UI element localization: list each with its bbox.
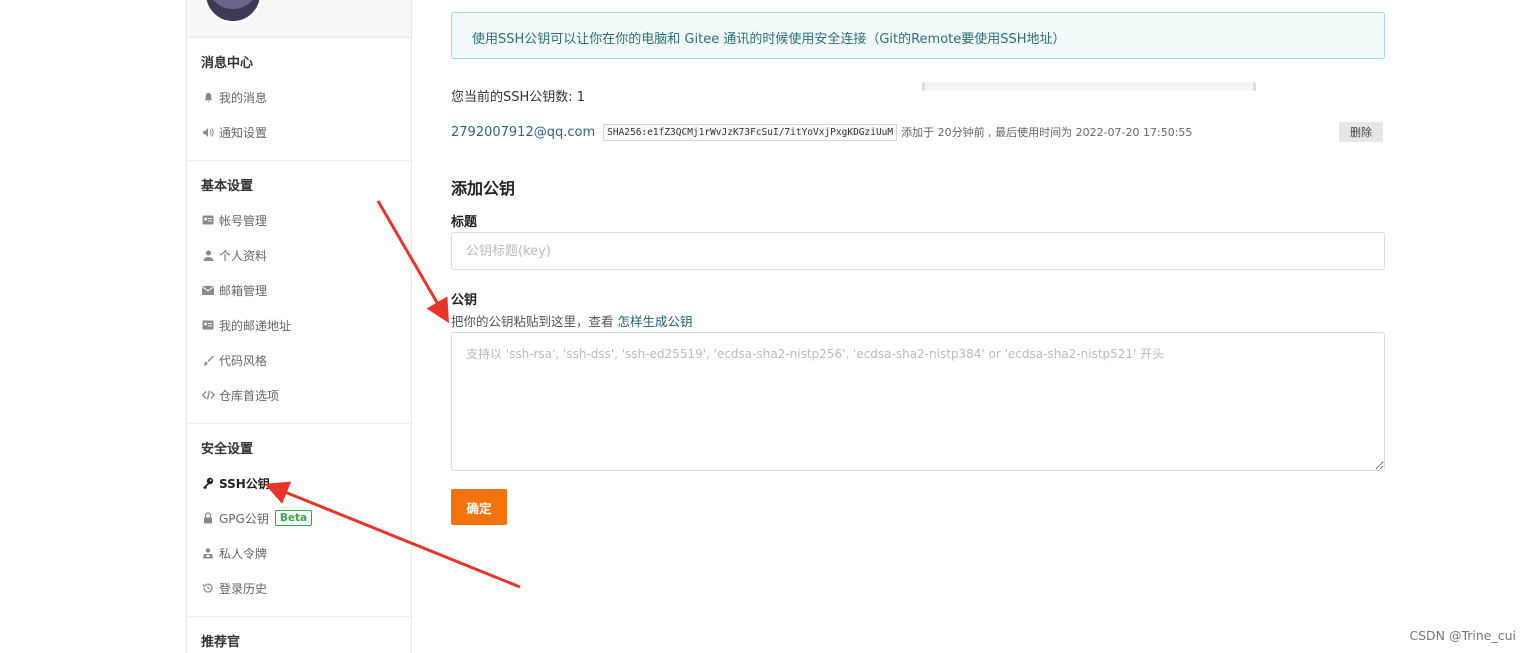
key-title-input[interactable] [451,232,1385,270]
user-icon [201,248,215,262]
sidebar-item-private-tokens[interactable]: 私人令牌 [201,543,267,563]
sidebar-item-label: 仓库首选项 [219,388,280,403]
sidebar-item-login-history[interactable]: 登录历史 [201,578,267,598]
envelope-icon [201,283,215,297]
sidebar-item-notify-settings[interactable]: 通知设置 [201,122,267,142]
public-key-label: 公钥 [451,293,478,308]
confirm-button[interactable]: 确定 [451,489,507,525]
sidebar-item-label: 代码风格 [219,353,268,368]
settings-sidebar: 消息中心 我的消息 通知设置 基本设置 帐号管理 个人资料 邮箱管理 我的邮递地… [186,0,412,653]
public-key-hint: 把你的公钥粘贴到这里，查看 怎样生成公钥 [451,311,693,330]
sidebar-item-ssh-keys[interactable]: SSH公钥 [201,473,270,493]
sidebar-item-label: 通知设置 [219,125,268,140]
address-card-icon [201,318,215,332]
avatar[interactable] [203,0,263,24]
sidebar-item-account[interactable]: 帐号管理 [201,210,267,230]
watermark: CSDN @Trine_cui [1409,628,1516,643]
hint-text: 把你的公钥粘贴到这里，查看 [451,314,614,329]
ssh-key-row: 2792007912@qq.com SHA256:e1fZ3QCMj1rWvJz… [451,121,1383,143]
sidebar-item-label: 登录历史 [219,581,268,596]
ssh-key-title[interactable]: 2792007912@qq.com [451,125,595,140]
ssh-key-meta: 添加于 20分钟前 , 最后使用时间为 2022-07-20 17:50:55 [901,126,1193,139]
beta-badge: Beta [274,510,313,526]
sidebar-item-my-messages[interactable]: 我的消息 [201,87,267,107]
sidebar-item-repo-prefs[interactable]: 仓库首选项 [201,385,279,405]
sidebar-item-profile[interactable]: 个人资料 [201,245,267,265]
sidebar-divider [187,616,411,617]
sidebar-item-label: 我的消息 [219,90,268,105]
brush-icon [201,353,215,367]
code-icon [201,388,215,402]
sidebar-item-label: 邮箱管理 [219,283,268,298]
section-title-messages: 消息中心 [201,56,254,71]
ssh-key-fingerprint: SHA256:e1fZ3QCMj1rWvJzK73FcSuI/7itYoVxjP… [603,123,898,141]
speaker-icon [201,125,215,139]
sidebar-divider [187,423,411,424]
ssh-info-notice: 使用SSH公钥可以让你在你的电脑和 Gitee 通讯的时候使用安全连接（Git的… [451,12,1385,59]
delete-key-button[interactable]: 删除 [1339,122,1383,142]
sidebar-item-postal-address[interactable]: 我的邮递地址 [201,315,291,335]
sidebar-item-label: 我的邮递地址 [219,318,292,333]
how-to-generate-key-link[interactable]: 怎样生成公钥 [618,314,693,329]
sidebar-item-label: 私人令牌 [219,546,268,561]
section-title-basic: 基本设置 [201,179,254,194]
ssh-key-count: 您当前的SSH公钥数: 1 [451,90,586,105]
sidebar-item-email[interactable]: 邮箱管理 [201,280,267,300]
sidebar-item-label: 个人资料 [219,248,268,263]
sidebar-item-code-style[interactable]: 代码风格 [201,350,267,370]
add-key-heading: 添加公钥 [451,179,516,198]
title-label: 标题 [451,215,478,230]
public-key-textarea[interactable] [451,332,1385,471]
profile-header [187,0,411,38]
sidebar-item-label: 帐号管理 [219,213,268,228]
section-title-referral[interactable]: 推荐官 [201,631,240,650]
id-card-icon [201,213,215,227]
horizontal-scroll-indicator [922,82,1256,91]
section-title-security: 安全设置 [201,442,254,457]
token-icon [201,546,215,560]
sidebar-item-label: GPG公钥 [219,511,269,526]
key-icon [201,476,215,490]
history-icon [201,581,215,595]
sidebar-divider [187,160,411,161]
sidebar-item-gpg-keys[interactable]: GPG公钥 Beta [201,508,313,528]
lock-icon [201,511,215,525]
sidebar-item-label: SSH公钥 [219,476,270,491]
bell-icon [201,90,215,104]
